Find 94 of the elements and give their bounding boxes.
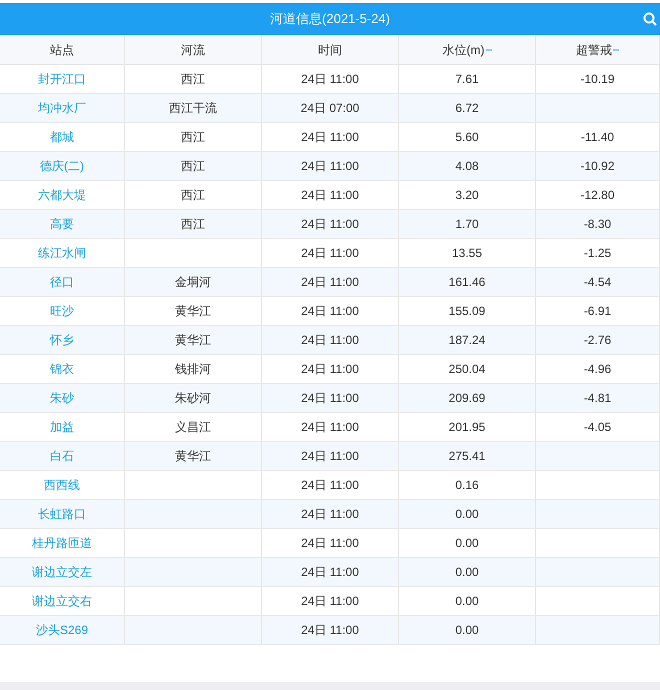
table-cell-text: 24日 11:00	[301, 245, 359, 262]
table-cell-text: 275.41	[448, 448, 486, 465]
table-cell-text: 西江	[181, 71, 205, 88]
table-cell-text: 4.08	[455, 158, 479, 175]
station-link[interactable]: 谢边立交左	[32, 563, 92, 581]
table-cell-text: -12.80	[580, 187, 615, 204]
column-label: 超警戒	[576, 42, 612, 58]
station-link[interactable]: 六都大堤	[38, 186, 86, 204]
table-cell-text: 24日 11:00	[301, 71, 359, 88]
table-cell-text: 西江	[181, 187, 205, 204]
table-cell-text: 24日 11:00	[301, 361, 359, 378]
station-link[interactable]: 桂丹路匝道	[32, 534, 92, 552]
station-link[interactable]: 德庆(二)	[40, 157, 84, 175]
table-cell-text: 5.60	[455, 129, 479, 146]
table-cell-text: 24日 11:00	[301, 535, 359, 552]
station-link[interactable]: 白石	[50, 447, 74, 465]
table-cell-text: 钱排河	[175, 361, 211, 378]
table-cell-text: 黄华江	[175, 448, 211, 465]
table-cell-text: 161.46	[448, 274, 486, 291]
column-header[interactable]: 超警戒	[536, 35, 660, 64]
table-cell-text: 24日 11:00	[301, 593, 359, 610]
table-cell-text: 209.69	[448, 390, 486, 407]
table-cell-text: 24日 11:00	[301, 448, 359, 465]
table-cell-text: 24日 11:00	[301, 129, 359, 146]
table-cell-text: 0.00	[455, 622, 479, 639]
station-link[interactable]: 练江水闸	[38, 244, 86, 262]
table-cell-text: 0.00	[455, 506, 479, 523]
table-cell-text: 24日 11:00	[301, 303, 359, 320]
table-cell-text: 13.55	[452, 245, 482, 262]
table-cell-text: -2.76	[584, 332, 612, 349]
search-icon[interactable]	[643, 12, 657, 26]
station-link[interactable]: 加益	[50, 418, 74, 436]
column-label: 时间	[318, 42, 342, 58]
table-cell-text: 0.00	[455, 564, 479, 581]
table-cell-text: -6.91	[584, 303, 612, 320]
station-link[interactable]: 封开江口	[38, 70, 86, 88]
table-cell-text: 义昌江	[175, 419, 211, 436]
table-cell-text: 24日 11:00	[301, 564, 359, 581]
station-link[interactable]: 均冲水厂	[38, 99, 86, 117]
column-label: 水位(m)	[442, 42, 484, 58]
table-cell-text: 24日 11:00	[301, 390, 359, 407]
table-cell-text: -11.40	[580, 129, 614, 146]
table-cell-text: 西江干流	[169, 100, 217, 117]
table-cell-text: 24日 07:00	[300, 100, 360, 117]
table-cell-text: 金垌河	[175, 274, 211, 291]
table-cell-text: 24日 11:00	[301, 274, 359, 291]
table-cell-text: 24日 11:00	[301, 622, 359, 639]
table-cell-text: 24日 11:00	[301, 506, 359, 523]
table-cell-text: 西江	[181, 129, 205, 146]
station-link[interactable]: 都城	[50, 128, 74, 146]
table-cell-text: 0.16	[455, 477, 479, 494]
table-cell-text: 24日 11:00	[301, 332, 359, 349]
station-link[interactable]: 高要	[50, 215, 74, 233]
table-cell-text: 1.70	[455, 216, 479, 233]
table-cell-text: 24日 11:00	[301, 477, 359, 494]
header-title: 河道信息(2021-5-24)	[270, 10, 390, 28]
table-cell-text: 西江	[181, 158, 205, 175]
station-link[interactable]: 西西线	[44, 476, 80, 494]
table-cell-text: -1.25	[584, 245, 612, 262]
table-cell-text: 黄华江	[175, 332, 211, 349]
table-cell-text: -4.81	[584, 390, 612, 407]
table-cell-text: -4.05	[584, 419, 612, 436]
table-cell-text: 0.00	[455, 593, 479, 610]
table-cell-text: 黄华江	[175, 303, 211, 320]
station-link[interactable]: 怀乡	[50, 331, 74, 349]
table-cell-text: 24日 11:00	[301, 216, 359, 233]
table-cell-text: -10.19	[580, 71, 615, 88]
table-cell-text: -10.92	[580, 158, 615, 175]
table-cell-text: 6.72	[455, 100, 479, 117]
column-label: 河流	[181, 42, 205, 58]
table-cell-text: 西江	[181, 216, 205, 233]
column-label: 站点	[50, 42, 74, 58]
table-cell-text: -4.54	[584, 274, 612, 291]
table-cell-text: 24日 11:00	[301, 419, 359, 436]
table-cell-text: 0.00	[455, 535, 479, 552]
station-link[interactable]: 长虹路口	[38, 505, 86, 523]
station-link[interactable]: 谢边立交右	[32, 592, 92, 610]
station-link[interactable]: 锦衣	[50, 360, 74, 378]
table-cell-text: 朱砂河	[175, 390, 211, 407]
table-cell-text: 24日 11:00	[301, 187, 359, 204]
table-cell-text: 24日 11:00	[301, 158, 359, 175]
table-cell-text: 187.24	[448, 332, 486, 349]
column-header[interactable]: 水位(m)	[399, 35, 536, 64]
table-cell-text: -8.30	[584, 216, 612, 233]
table-cell-text: 155.09	[448, 303, 486, 320]
table-cell-text: 250.04	[448, 361, 486, 378]
station-link[interactable]: 径口	[50, 273, 74, 291]
station-link[interactable]: 朱砂	[50, 389, 74, 407]
station-link[interactable]: 旺沙	[50, 302, 74, 320]
table-cell-text: 7.61	[455, 71, 479, 88]
table-cell-text: -4.96	[584, 361, 612, 378]
table-cell-text: 201.95	[448, 419, 486, 436]
station-link[interactable]: 沙头S269	[36, 621, 88, 639]
table-cell-text: 3.20	[455, 187, 479, 204]
